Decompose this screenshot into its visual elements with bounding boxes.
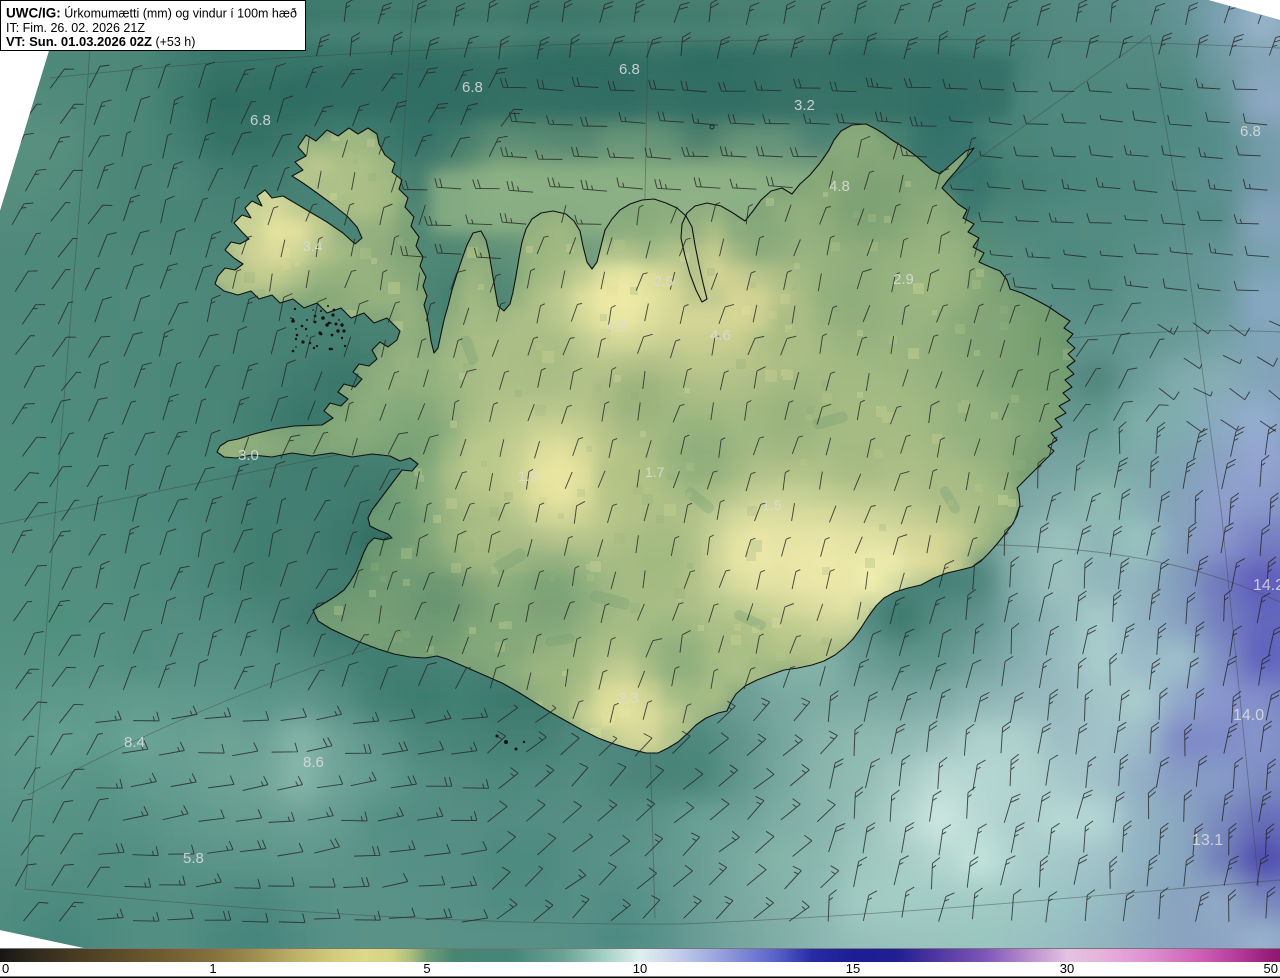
svg-text:8.4: 8.4 [124,734,145,751]
svg-text:1: 1 [209,961,216,976]
svg-text:6.8: 6.8 [1240,123,1261,140]
svg-text:14.2: 14.2 [1253,577,1280,594]
svg-text:3.2: 3.2 [794,97,815,114]
svg-text:4.8: 4.8 [829,178,850,195]
svg-text:13.1: 13.1 [1192,832,1223,849]
svg-text:10: 10 [633,961,647,976]
svg-text:1.9: 1.9 [518,468,538,484]
svg-text:2.5: 2.5 [654,273,674,289]
svg-text:4.6: 4.6 [710,327,731,344]
svg-text:5: 5 [423,961,430,976]
svg-text:6.8: 6.8 [250,112,271,129]
svg-text:15: 15 [846,961,860,976]
svg-text:6.8: 6.8 [619,61,640,78]
svg-text:UWC/IG: Úrkomumætti (mm) og vi: UWC/IG: Úrkomumætti (mm) og vindur í 100… [6,6,297,21]
svg-text:5.8: 5.8 [183,850,204,867]
svg-text:1.7: 1.7 [645,464,665,480]
svg-text:1.5: 1.5 [762,497,782,513]
svg-text:50: 50 [1264,961,1278,976]
svg-text:6.8: 6.8 [462,79,483,96]
svg-text:2.9: 2.9 [893,271,914,288]
svg-text:2.3: 2.3 [618,690,639,707]
svg-text:3.4: 3.4 [303,238,323,254]
svg-text:0: 0 [2,961,9,976]
svg-text:14.0: 14.0 [1233,707,1264,724]
svg-text:4.9: 4.9 [606,318,627,335]
svg-text:3.0: 3.0 [238,447,259,464]
svg-text:VT: Sun. 01.03.2026 02Z (+53 h: VT: Sun. 01.03.2026 02Z (+53 h) [6,34,195,49]
svg-text:IT: Fim. 26. 02. 2026 21Z: IT: Fim. 26. 02. 2026 21Z [6,21,145,35]
svg-text:8.6: 8.6 [303,754,324,771]
svg-text:30: 30 [1060,961,1074,976]
